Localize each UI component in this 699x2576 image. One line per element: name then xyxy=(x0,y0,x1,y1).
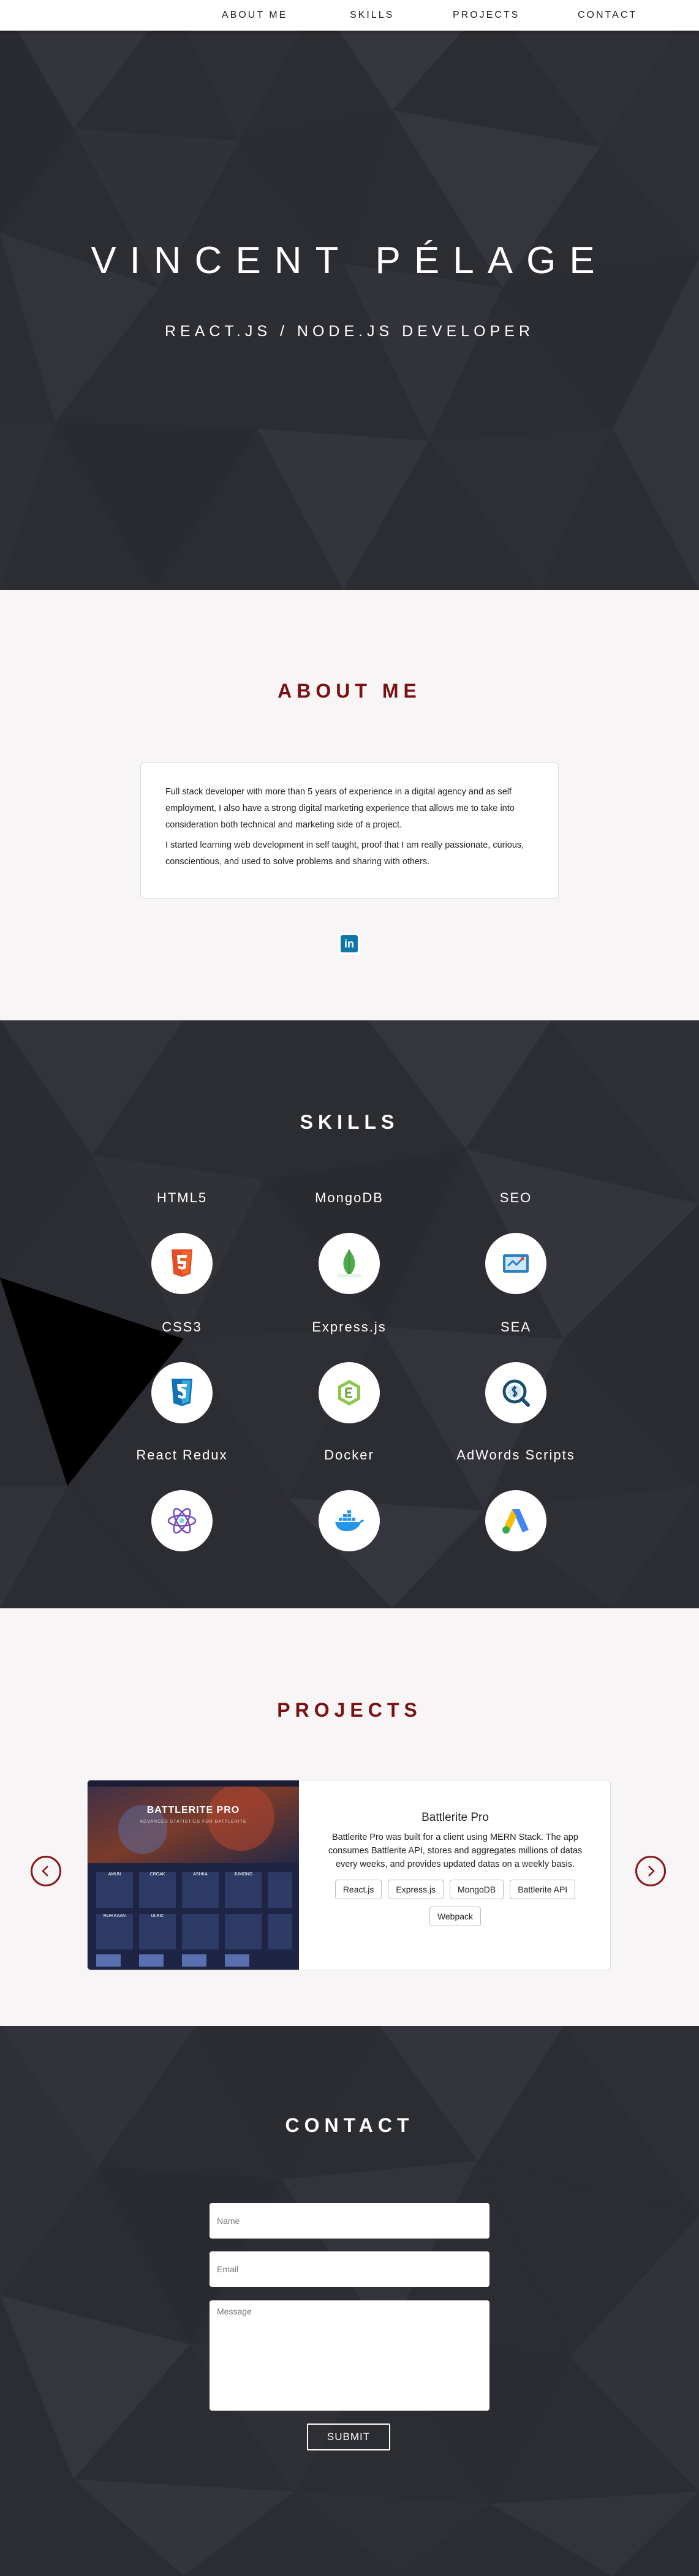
about-card: Full stack developer with more than 5 ye… xyxy=(140,763,559,898)
expressjs-icon xyxy=(319,1362,380,1423)
skill-docker: Docker xyxy=(257,1447,441,1551)
skills-section: SKILLS HTML5 MongoDB SEO CSS3 Express.js… xyxy=(0,1020,699,1608)
project-image-logo: BATTLERITE PRO xyxy=(146,1805,240,1815)
project-image-tile: CROAK xyxy=(149,1872,165,1877)
project-tags: React.js Express.js MongoDB Battlerite A… xyxy=(311,1880,599,1926)
email-input[interactable] xyxy=(210,2251,489,2287)
project-details: Battlerite Pro Battlerite Pro was built … xyxy=(299,1780,610,1970)
top-navbar: ABOUT ME SKILLS PROJECTS CONTACT xyxy=(0,0,699,31)
skill-label: SEA xyxy=(500,1319,532,1335)
html5-icon xyxy=(151,1233,213,1294)
chevron-left-icon xyxy=(42,1866,48,1877)
project-card: BATTLERITE PRO ADVANCED STATISTICS FOR B… xyxy=(87,1780,611,1970)
project-screenshot[interactable]: BATTLERITE PRO ADVANCED STATISTICS FOR B… xyxy=(88,1780,299,1970)
nav-link-projects[interactable]: PROJECTS xyxy=(453,10,520,21)
css3-icon xyxy=(151,1362,213,1423)
skill-seo: SEO xyxy=(424,1190,608,1294)
nav-link-contact[interactable]: CONTACT xyxy=(578,10,637,21)
nav-link-skills[interactable]: SKILLS xyxy=(350,10,394,21)
about-paragraph: I started learning web development in se… xyxy=(165,840,524,867)
hero-role: REACT.JS / NODE.JS DEVELOPER xyxy=(164,323,535,340)
skill-sea: SEA xyxy=(424,1319,608,1423)
carousel-next-button[interactable] xyxy=(635,1856,666,1886)
skill-label: Express.js xyxy=(312,1319,387,1335)
project-name: Battlerite Pro xyxy=(421,1811,489,1824)
contact-title: CONTACT xyxy=(285,2114,414,2136)
skill-expressjs: Express.js xyxy=(257,1319,441,1423)
project-image-subtitle: ADVANCED STATISTICS FOR BATTLERITE xyxy=(140,1820,247,1824)
about-section: ABOUT ME Full stack developer with more … xyxy=(0,590,699,1020)
skills-title: SKILLS xyxy=(300,1111,399,1133)
skill-label: CSS3 xyxy=(162,1319,202,1335)
skill-label: MongoDB xyxy=(315,1190,384,1205)
message-textarea[interactable] xyxy=(210,2300,489,2411)
project-description: Battlerite Pro was built for a client us… xyxy=(328,1832,583,1869)
skill-css3: CSS3 xyxy=(90,1319,274,1423)
skill-html5: HTML5 xyxy=(90,1190,274,1294)
project-image-tile: ASHKA xyxy=(193,1872,208,1877)
docker-icon xyxy=(319,1490,380,1551)
adwords-icon xyxy=(485,1490,546,1551)
skill-label: React Redux xyxy=(136,1447,228,1463)
linkedin-icon[interactable]: in xyxy=(338,933,360,955)
linkedin-glyph: in xyxy=(341,935,358,952)
nav-link-about[interactable]: ABOUT ME xyxy=(222,10,287,21)
mongodb-icon xyxy=(319,1233,380,1294)
project-tag[interactable]: Battlerite API xyxy=(510,1880,576,1899)
about-title: ABOUT ME xyxy=(278,680,421,702)
skill-label: Docker xyxy=(324,1447,374,1463)
project-tag[interactable]: MongoDB xyxy=(449,1880,504,1899)
hero-polygon-background xyxy=(0,0,699,590)
project-tag[interactable]: React.js xyxy=(334,1880,382,1899)
skill-label: HTML5 xyxy=(156,1190,208,1205)
chevron-right-icon xyxy=(648,1866,655,1877)
hero-name: VINCENT PÉLAGE xyxy=(91,239,608,282)
project-image-tile: RUH KAAN xyxy=(103,1914,126,1918)
name-input[interactable] xyxy=(210,2203,489,2239)
react-redux-icon xyxy=(151,1490,213,1551)
project-image-tile: ULRIC xyxy=(151,1914,164,1918)
project-tag[interactable]: Express.js xyxy=(388,1880,444,1899)
skill-label: SEO xyxy=(499,1190,532,1205)
contact-section: CONTACT SUBMIT xyxy=(0,2026,699,2576)
hero-section: VINCENT PÉLAGE REACT.JS / NODE.JS DEVELO… xyxy=(0,0,699,590)
projects-title: PROJECTS xyxy=(277,1699,422,1721)
project-image-tile: AMUN xyxy=(108,1872,121,1877)
project-tag[interactable]: Webpack xyxy=(429,1907,482,1926)
carousel-prev-button[interactable] xyxy=(31,1856,61,1886)
skill-label: AdWords Scripts xyxy=(456,1447,575,1463)
seo-icon xyxy=(485,1233,546,1294)
skill-react-redux: React Redux xyxy=(90,1447,274,1551)
skill-adwords-scripts: AdWords Scripts xyxy=(424,1447,608,1551)
sea-icon xyxy=(485,1362,546,1423)
projects-section: PROJECTS BATTLERITE PRO ADVANCED STATIST… xyxy=(0,1608,699,2026)
about-paragraph: Full stack developer with more than 5 ye… xyxy=(165,787,515,830)
project-image-tile: JUMONG xyxy=(233,1872,253,1877)
skill-mongodb: MongoDB xyxy=(257,1190,441,1294)
submit-button[interactable]: SUBMIT xyxy=(307,2423,390,2450)
